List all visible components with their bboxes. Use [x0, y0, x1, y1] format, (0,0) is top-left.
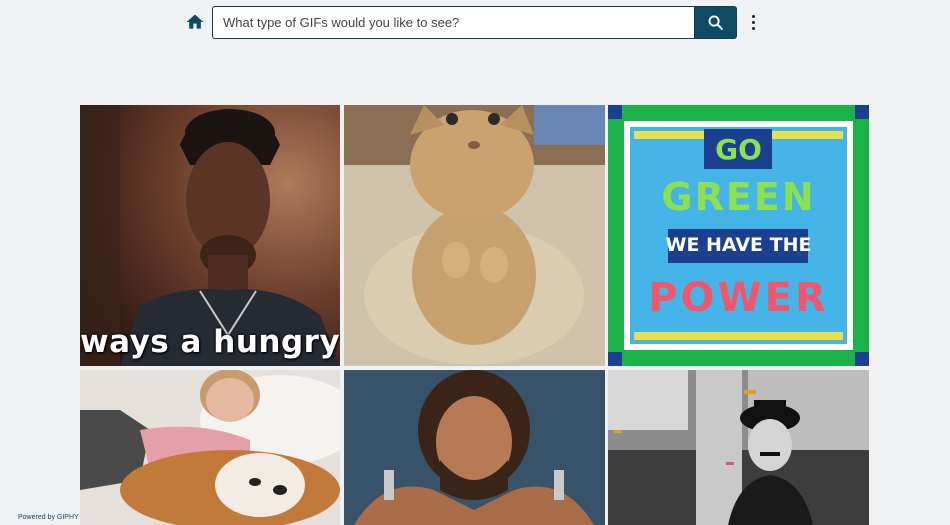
- home-button[interactable]: [185, 12, 205, 32]
- gif-text-line: GO: [715, 133, 762, 166]
- home-icon: [186, 14, 204, 29]
- gif-tile[interactable]: GO GREEN WE HAVE THE POWER: [608, 105, 869, 366]
- gif-text-line: WE HAVE THE: [665, 234, 812, 256]
- search-icon: [708, 15, 723, 30]
- search-button[interactable]: [694, 6, 737, 39]
- gif-text-line: POWER: [648, 275, 829, 321]
- search-input[interactable]: [212, 6, 695, 39]
- gif-tile[interactable]: [344, 370, 605, 525]
- more-vert-icon-dot: [751, 14, 755, 18]
- gif-tile[interactable]: [344, 105, 605, 366]
- top-bar: [0, 0, 950, 46]
- gif-text-line: GREEN: [661, 175, 816, 219]
- gif-caption: ways a hungry: [80, 324, 340, 360]
- search-bar: [212, 6, 737, 39]
- more-options-button[interactable]: [746, 12, 760, 32]
- gif-tile[interactable]: [80, 370, 340, 525]
- powered-by-giphy: Powered by GIPHY: [18, 514, 79, 521]
- gif-image: [608, 370, 869, 525]
- gif-tile[interactable]: [608, 370, 869, 525]
- gif-image: [80, 370, 340, 525]
- more-vert-icon-dot: [751, 20, 755, 24]
- more-vert-icon-dot: [751, 26, 755, 30]
- gif-image: [344, 105, 605, 366]
- gif-image: [344, 370, 605, 525]
- gif-tile[interactable]: ways a hungry: [80, 105, 340, 366]
